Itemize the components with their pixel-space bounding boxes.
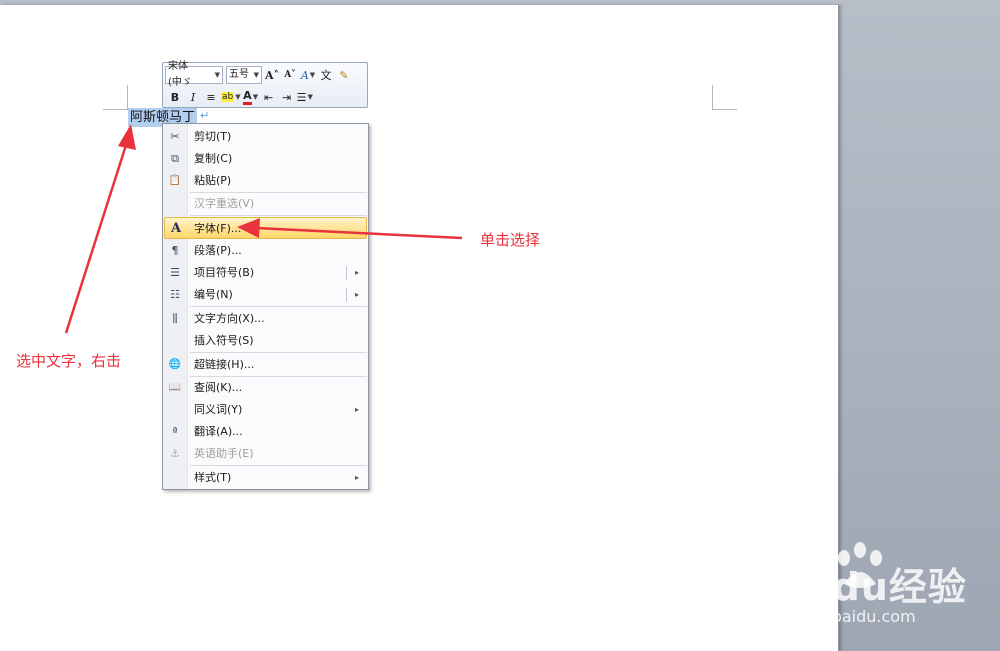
annotation-left: 选中文字，右击 (16, 352, 122, 370)
arrow-left-head (118, 124, 136, 150)
annotation-right: 单击选择 (480, 231, 541, 249)
watermark-url: jingyan.baidu.com (768, 607, 916, 626)
arrow-right-line (255, 226, 463, 240)
watermark-brand: Baidu经验 (762, 565, 967, 609)
arrow-left-line (64, 141, 129, 334)
arrow-right-head (237, 218, 260, 238)
